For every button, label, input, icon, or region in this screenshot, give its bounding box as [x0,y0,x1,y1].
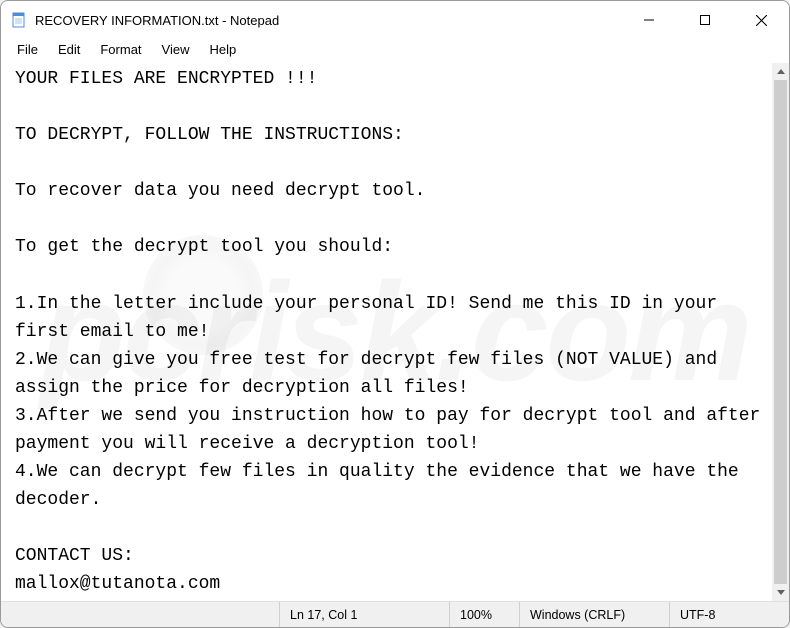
notepad-window: RECOVERY INFORMATION.txt - Notepad File … [0,0,790,628]
close-button[interactable] [733,1,789,39]
maximize-button[interactable] [677,1,733,39]
menubar: File Edit Format View Help [1,39,789,63]
menu-help[interactable]: Help [199,40,246,59]
minimize-button[interactable] [621,1,677,39]
status-encoding: UTF-8 [669,602,789,627]
text-editor[interactable]: YOUR FILES ARE ENCRYPTED !!! TO DECRYPT,… [1,63,772,601]
menu-edit[interactable]: Edit [48,40,90,59]
scroll-up-arrow[interactable] [772,63,789,80]
content-area: pcrisk.com YOUR FILES ARE ENCRYPTED !!! … [1,63,789,601]
notepad-icon [11,12,27,28]
menu-view[interactable]: View [152,40,200,59]
status-lineending: Windows (CRLF) [519,602,669,627]
menu-format[interactable]: Format [90,40,151,59]
scroll-track[interactable] [772,80,789,584]
status-position: Ln 17, Col 1 [279,602,449,627]
vertical-scrollbar[interactable] [772,63,789,601]
scroll-thumb[interactable] [774,80,787,584]
window-controls [621,1,789,39]
menu-file[interactable]: File [7,40,48,59]
statusbar: Ln 17, Col 1 100% Windows (CRLF) UTF-8 [1,601,789,627]
titlebar: RECOVERY INFORMATION.txt - Notepad [1,1,789,39]
window-title: RECOVERY INFORMATION.txt - Notepad [35,13,279,28]
status-zoom: 100% [449,602,519,627]
scroll-down-arrow[interactable] [772,584,789,601]
